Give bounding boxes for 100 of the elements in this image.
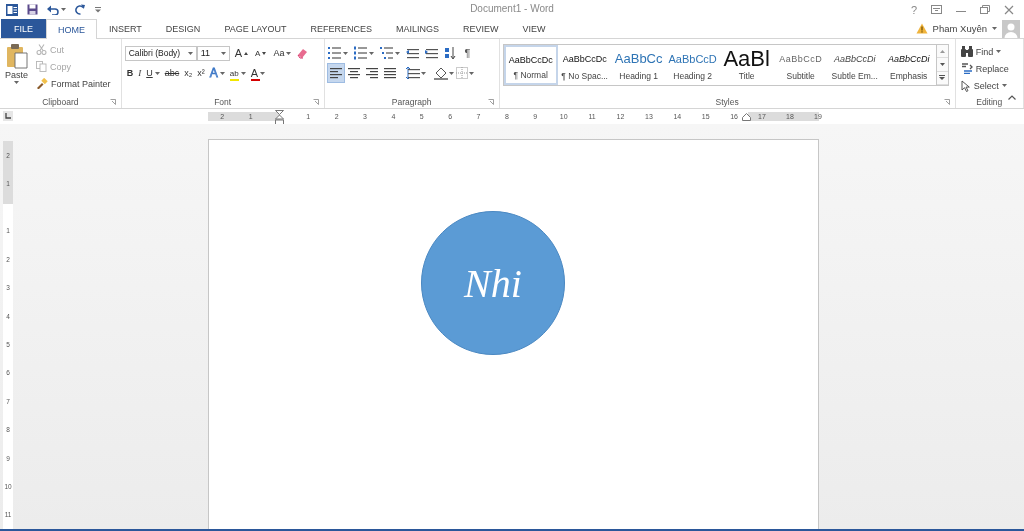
help-button[interactable]: ? (910, 3, 917, 16)
ribbon-tab[interactable]: REFERENCES (298, 19, 385, 38)
paintbrush-icon[interactable] (36, 78, 48, 89)
word-logo-icon[interactable] (6, 3, 18, 16)
caret-icon[interactable] (394, 51, 400, 55)
cursor-icon[interactable] (960, 79, 971, 92)
save-icon[interactable] (27, 4, 38, 15)
caret-icon[interactable] (1001, 84, 1007, 87)
right-indent-icon[interactable] (742, 113, 751, 121)
multilevel-list-icon[interactable] (379, 46, 394, 60)
redo-icon[interactable] (75, 4, 86, 15)
indent-marker-icon[interactable] (275, 110, 284, 125)
dialog-launcher-icon[interactable] (487, 99, 494, 105)
caret-icon[interactable] (342, 51, 348, 55)
ribbon-tab[interactable]: REVIEW (451, 19, 511, 38)
caret-icon[interactable] (368, 51, 374, 55)
group-label: Paragraph (391, 96, 432, 107)
ribbon-tab[interactable]: PAGE LAYOUT (212, 19, 299, 38)
tab-stop-icon[interactable] (3, 111, 13, 121)
grow-font-button[interactable]: A (232, 44, 251, 62)
caret-icon[interactable] (260, 71, 265, 75)
italic-button[interactable]: I (136, 64, 144, 82)
caret-icon[interactable] (286, 51, 292, 55)
binoculars-icon[interactable] (960, 46, 973, 57)
font-size-field[interactable]: 11 (196, 45, 230, 61)
clipboard-icon[interactable] (5, 43, 28, 69)
up-arrow-icon[interactable] (939, 49, 945, 53)
effects-button[interactable]: A (207, 64, 227, 82)
font-name-field[interactable]: Calibri (Body) (124, 45, 197, 61)
numbering-icon[interactable] (353, 46, 368, 60)
scroll-down-button[interactable] (936, 58, 948, 72)
shape-text: Nhi (464, 259, 522, 307)
replace-icon[interactable] (960, 63, 973, 74)
caret-icon[interactable] (14, 81, 19, 84)
caret-icon[interactable] (240, 71, 246, 75)
undo-icon[interactable] (47, 4, 59, 15)
caret-icon[interactable] (468, 71, 474, 75)
eraser-icon[interactable] (296, 47, 309, 59)
select-button[interactable]: Select (958, 77, 1011, 94)
caret-icon[interactable] (154, 71, 160, 75)
style-option[interactable]: AaBbCc Heading 1 (611, 45, 666, 85)
caret-icon[interactable] (219, 71, 225, 75)
sup-button[interactable]: x² (195, 64, 207, 82)
style-option[interactable]: AaBbCcDi Subtle Em... (827, 45, 882, 85)
more-icon[interactable] (939, 75, 946, 81)
decrease-indent-icon[interactable] (405, 47, 419, 59)
caret-icon[interactable] (220, 51, 226, 55)
sort-icon[interactable] (443, 46, 456, 60)
caret-icon[interactable] (992, 27, 997, 30)
ribbon-display-icon[interactable] (931, 5, 942, 14)
strike-button[interactable]: abc (162, 64, 182, 82)
shading-icon[interactable] (433, 66, 448, 80)
bold-button[interactable]: B (124, 64, 136, 82)
highlight-button[interactable]: ab (227, 64, 248, 82)
style-option[interactable]: AaBbCcDc ¶ No Spac... (557, 45, 612, 85)
show-formatting-button[interactable]: ¶ (461, 47, 474, 59)
style-option[interactable]: AaBbCcD Heading 2 (665, 45, 720, 85)
underline-button[interactable]: U (144, 64, 162, 82)
customize-caret-icon[interactable] (95, 6, 101, 13)
caret-icon[interactable] (996, 50, 1002, 53)
group-label: Styles (715, 96, 739, 107)
group-label: Clipboard (42, 96, 79, 107)
ribbon-tab[interactable]: INSERT (97, 19, 154, 38)
style-option[interactable]: AaBl Title (719, 45, 774, 85)
account-name[interactable]: Pham Xuyên (932, 23, 987, 34)
dialog-launcher-icon[interactable] (109, 99, 116, 105)
ribbon-tab[interactable]: VIEW (510, 19, 558, 38)
up-caret-icon (244, 51, 249, 55)
dialog-launcher-icon[interactable] (312, 99, 319, 105)
warning-icon (915, 23, 928, 34)
line-spacing-icon[interactable] (405, 67, 420, 79)
find-button[interactable]: Find (958, 43, 1011, 60)
restore-icon[interactable] (980, 5, 990, 14)
replace-button[interactable]: Replace (958, 60, 1011, 77)
caret-icon[interactable] (61, 8, 66, 11)
ribbon-tab[interactable]: HOME (46, 19, 97, 39)
sub-button[interactable]: x₂ (182, 64, 195, 82)
ribbon-tab[interactable]: DESIGN (153, 19, 213, 38)
style-option[interactable]: AaBbCcDi Emphasis (881, 45, 936, 85)
increase-indent-icon[interactable] (424, 47, 438, 59)
style-option[interactable]: AaBbCcD Subtitle (773, 45, 828, 85)
close-icon[interactable] (1004, 4, 1014, 15)
change-case-button[interactable]: Aa (271, 44, 294, 62)
group-label: Font (214, 96, 232, 107)
style-option[interactable]: AaBbCcDc ¶ Normal (503, 45, 558, 85)
paste-button[interactable]: Paste (3, 41, 30, 95)
more-styles-button[interactable] (936, 71, 948, 85)
ribbon-tab[interactable]: FILE (1, 19, 46, 38)
color-button[interactable]: A (248, 64, 267, 82)
caret-icon[interactable] (448, 71, 454, 75)
shrink-font-button[interactable]: A (253, 44, 269, 62)
down-arrow-icon[interactable] (939, 63, 945, 66)
painter-button[interactable]: Format Painter (34, 75, 113, 92)
collapse-ribbon-icon[interactable] (1008, 95, 1016, 100)
bullets-icon[interactable] (327, 46, 342, 60)
dialog-launcher-icon[interactable] (943, 99, 950, 105)
caret-icon[interactable] (187, 51, 193, 55)
caret-icon[interactable] (420, 71, 426, 75)
ribbon-tab[interactable]: MAILINGS (384, 19, 452, 38)
down-caret-icon (262, 51, 267, 55)
